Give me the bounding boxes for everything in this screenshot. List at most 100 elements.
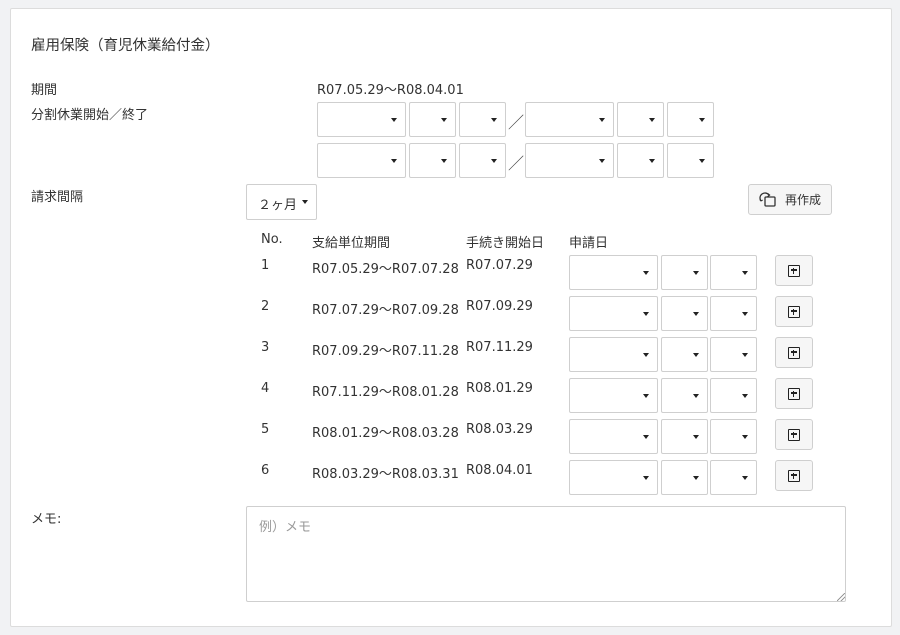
insurance-panel: 雇用保険（育児休業給付金） 期間 R07.05.29〜R08.04.01 分割休… [10, 8, 892, 627]
row-start-date: R07.07.29 [466, 258, 533, 273]
plus-square-icon [788, 428, 800, 441]
caret-down-icon [742, 270, 748, 275]
caret-down-icon [441, 158, 447, 163]
row5-add-button[interactable] [775, 419, 813, 450]
row3-month-select[interactable] [661, 337, 708, 372]
interval-selected-value: ２ヶ月 [258, 198, 298, 213]
row5-era-select[interactable] [569, 419, 658, 454]
row-start-date: R08.03.29 [466, 422, 533, 437]
row-period: R07.09.29〜R07.11.28 [312, 344, 459, 359]
caret-down-icon [302, 200, 308, 204]
split1-end-month-select[interactable] [617, 102, 664, 137]
row1-era-select[interactable] [569, 255, 658, 290]
row3-add-button[interactable] [775, 337, 813, 368]
split1-end-day-select[interactable] [667, 102, 714, 137]
caret-down-icon [643, 393, 649, 398]
row4-day-select[interactable] [710, 378, 757, 413]
row-start-date: R07.11.29 [466, 340, 533, 355]
plus-square-icon [788, 387, 800, 400]
row-period: R07.11.29〜R08.01.28 [312, 385, 459, 400]
row6-era-select[interactable] [569, 460, 658, 495]
row-no: 6 [261, 463, 270, 478]
row3-era-select[interactable] [569, 337, 658, 372]
caret-down-icon [491, 117, 497, 122]
period-value: R07.05.29〜R08.04.01 [317, 83, 464, 98]
caret-down-icon [599, 117, 605, 122]
row-start-date: R07.09.29 [466, 299, 533, 314]
caret-down-icon [693, 434, 699, 439]
row6-add-button[interactable] [775, 460, 813, 491]
row-period: R07.07.29〜R07.09.28 [312, 303, 459, 318]
row4-month-select[interactable] [661, 378, 708, 413]
plus-square-icon [788, 305, 800, 318]
caret-down-icon [649, 117, 655, 122]
row2-month-select[interactable] [661, 296, 708, 331]
row-period: R08.03.29〜R08.03.31 [312, 467, 459, 482]
caret-down-icon [693, 393, 699, 398]
caret-down-icon [643, 270, 649, 275]
caret-down-icon [699, 158, 705, 163]
plus-square-icon [788, 346, 800, 359]
split2-end-era-select[interactable] [525, 143, 614, 178]
interval-label: 請求間隔 [31, 190, 84, 205]
row-period: R07.05.29〜R07.07.28 [312, 262, 459, 277]
col-header-start-date: 手続き開始日 [466, 236, 545, 251]
caret-down-icon [742, 311, 748, 316]
row1-day-select[interactable] [710, 255, 757, 290]
split1-start-month-select[interactable] [409, 102, 456, 137]
interval-select[interactable]: ２ヶ月 [246, 184, 317, 220]
period-label: 期間 [31, 83, 58, 98]
caret-down-icon [391, 158, 397, 163]
split1-start-day-select[interactable] [459, 102, 506, 137]
split1-start-era-select[interactable] [317, 102, 406, 137]
row5-day-select[interactable] [710, 419, 757, 454]
refresh-copy-icon [759, 191, 776, 207]
caret-down-icon [693, 352, 699, 357]
split2-start-day-select[interactable] [459, 143, 506, 178]
row2-era-select[interactable] [569, 296, 658, 331]
row4-era-select[interactable] [569, 378, 658, 413]
memo-label: メモ: [31, 512, 62, 527]
caret-down-icon [742, 352, 748, 357]
row-no: 1 [261, 258, 270, 273]
recreate-button[interactable]: 再作成 [748, 184, 832, 215]
caret-down-icon [742, 434, 748, 439]
row3-day-select[interactable] [710, 337, 757, 372]
row-period: R08.01.29〜R08.03.28 [312, 426, 459, 441]
row4-add-button[interactable] [775, 378, 813, 409]
row1-month-select[interactable] [661, 255, 708, 290]
caret-down-icon [693, 475, 699, 480]
row-no: 3 [261, 340, 270, 355]
caret-down-icon [742, 393, 748, 398]
plus-square-icon [788, 264, 800, 277]
resize-grip-icon[interactable] [837, 593, 845, 601]
caret-down-icon [693, 311, 699, 316]
row2-add-button[interactable] [775, 296, 813, 327]
split2-start-era-select[interactable] [317, 143, 406, 178]
split2-start-month-select[interactable] [409, 143, 456, 178]
section-title: 雇用保険（育児休業給付金） [31, 38, 220, 54]
col-header-period: 支給単位期間 [312, 236, 391, 251]
caret-down-icon [599, 158, 605, 163]
row6-day-select[interactable] [710, 460, 757, 495]
caret-down-icon [643, 475, 649, 480]
split-leave-label: 分割休業開始／終了 [31, 108, 149, 123]
memo-textarea[interactable] [246, 506, 846, 602]
caret-down-icon [643, 352, 649, 357]
caret-down-icon [649, 158, 655, 163]
split2-end-day-select[interactable] [667, 143, 714, 178]
split2-end-month-select[interactable] [617, 143, 664, 178]
caret-down-icon [699, 117, 705, 122]
split1-end-era-select[interactable] [525, 102, 614, 137]
caret-down-icon [643, 434, 649, 439]
row6-month-select[interactable] [661, 460, 708, 495]
row5-month-select[interactable] [661, 419, 708, 454]
row-no: 2 [261, 299, 270, 314]
row1-add-button[interactable] [775, 255, 813, 286]
caret-down-icon [742, 475, 748, 480]
caret-down-icon [491, 158, 497, 163]
split1-separator: ／ [508, 113, 525, 132]
recreate-button-label: 再作成 [785, 193, 822, 207]
caret-down-icon [693, 270, 699, 275]
row2-day-select[interactable] [710, 296, 757, 331]
